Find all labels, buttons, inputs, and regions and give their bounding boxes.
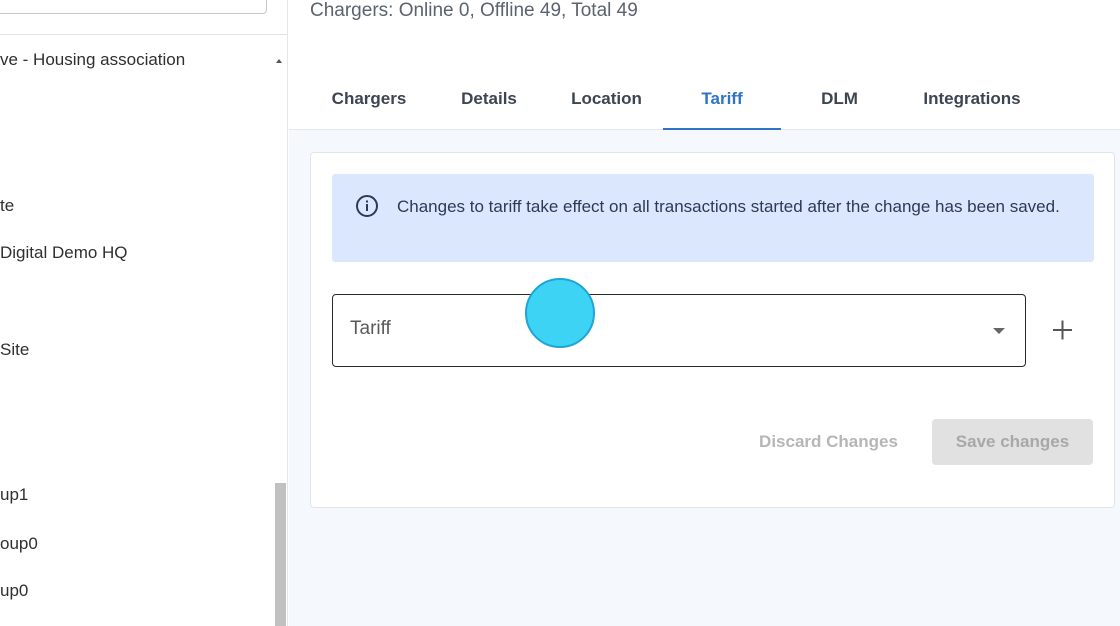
site-search-input[interactable] bbox=[0, 0, 267, 14]
plus-icon[interactable] bbox=[1045, 313, 1079, 347]
discard-changes-button[interactable]: Discard Changes bbox=[736, 419, 921, 465]
info-banner: Changes to tariff take effect on all tra… bbox=[332, 174, 1094, 262]
tree-item[interactable]: Site bbox=[0, 340, 29, 360]
info-circle-icon bbox=[356, 195, 378, 217]
tree-item[interactable]: te bbox=[0, 196, 14, 216]
tab-location[interactable]: Location bbox=[550, 72, 663, 130]
tab-bar: Chargers Details Location Tariff DLM Int… bbox=[310, 72, 1046, 130]
tree-item[interactable]: Digital Demo HQ bbox=[0, 243, 128, 263]
tariff-card: Changes to tariff take effect on all tra… bbox=[310, 152, 1115, 508]
tree-item[interactable]: up0 bbox=[0, 581, 28, 601]
save-changes-button[interactable]: Save changes bbox=[932, 419, 1093, 465]
tab-details[interactable]: Details bbox=[428, 72, 550, 130]
tree-item[interactable]: up1 bbox=[0, 485, 28, 505]
tab-integrations[interactable]: Integrations bbox=[898, 72, 1046, 130]
tariff-select[interactable]: Tariff bbox=[332, 294, 1026, 367]
charger-counts: Chargers: Online 0, Offline 49, Total 49 bbox=[310, 0, 638, 21]
main-content: Chargers: Online 0, Offline 49, Total 49… bbox=[289, 0, 1120, 626]
tab-tariff[interactable]: Tariff bbox=[663, 72, 781, 130]
tree-item[interactable]: oup0 bbox=[0, 534, 38, 554]
info-banner-text: Changes to tariff take effect on all tra… bbox=[397, 197, 1060, 216]
tree-item[interactable]: ve - Housing association bbox=[0, 50, 185, 70]
scrollbar-thumb[interactable] bbox=[275, 483, 286, 626]
site-header: Chargers: Online 0, Offline 49, Total 49… bbox=[289, 0, 1120, 130]
tariff-select-placeholder: Tariff bbox=[350, 318, 391, 339]
scroll-up-arrow-icon[interactable] bbox=[276, 59, 282, 63]
site-tree-panel: ve - Housing association te Digital Demo… bbox=[0, 0, 288, 626]
caret-down-icon bbox=[993, 328, 1005, 334]
search-divider bbox=[0, 34, 287, 35]
tab-chargers[interactable]: Chargers bbox=[310, 72, 428, 130]
cursor-indicator bbox=[525, 278, 595, 348]
tab-dlm[interactable]: DLM bbox=[781, 72, 898, 130]
